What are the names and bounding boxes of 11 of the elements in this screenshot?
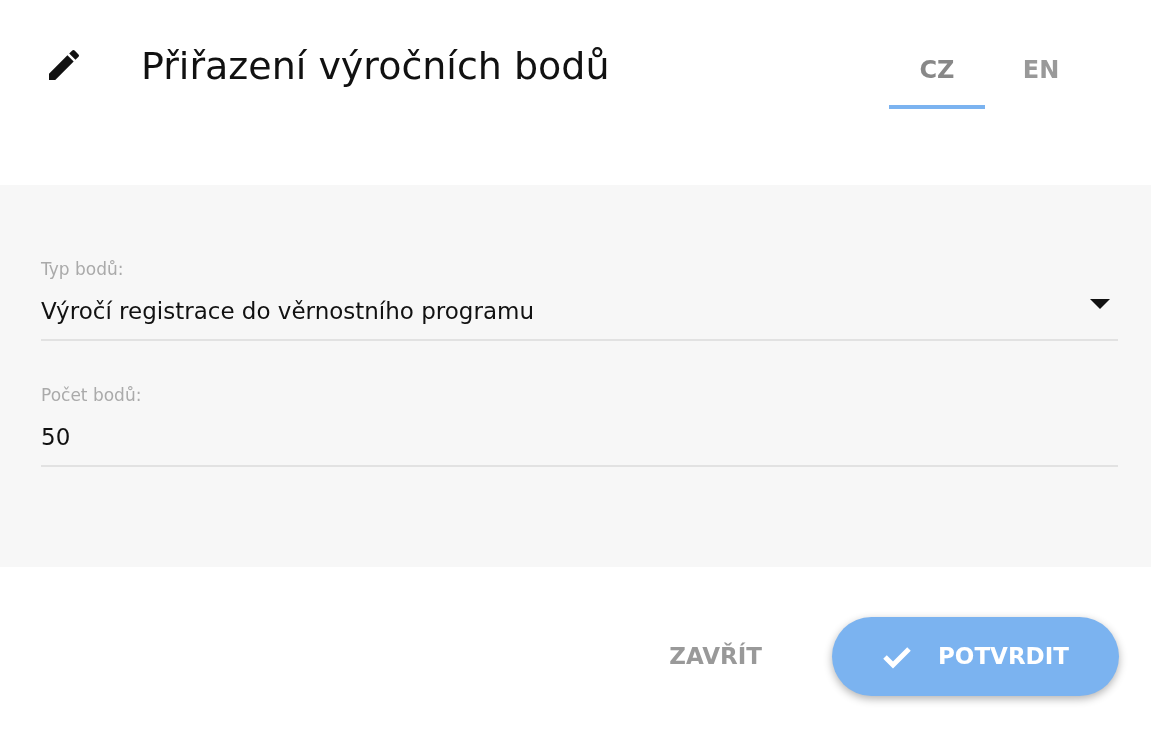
input-field[interactable]: 50	[41, 409, 1118, 467]
dropdown-field[interactable]: Výročí registrace do věrnostního programu	[41, 283, 1118, 341]
check-icon	[882, 644, 912, 669]
language-tab[interactable]: CZ	[889, 40, 985, 109]
language-tab[interactable]: EN	[993, 40, 1089, 109]
dropdown-arrow-icon	[1090, 299, 1110, 309]
confirm-button[interactable]: POTVRDIT	[832, 617, 1119, 696]
close-button[interactable]: ZAVŘÍT	[669, 631, 762, 682]
dialog-title: Přiřazení výročních bodů	[141, 43, 610, 90]
field-label: Počet bodů:	[41, 384, 143, 407]
field-label: Typ bodů:	[41, 258, 125, 281]
